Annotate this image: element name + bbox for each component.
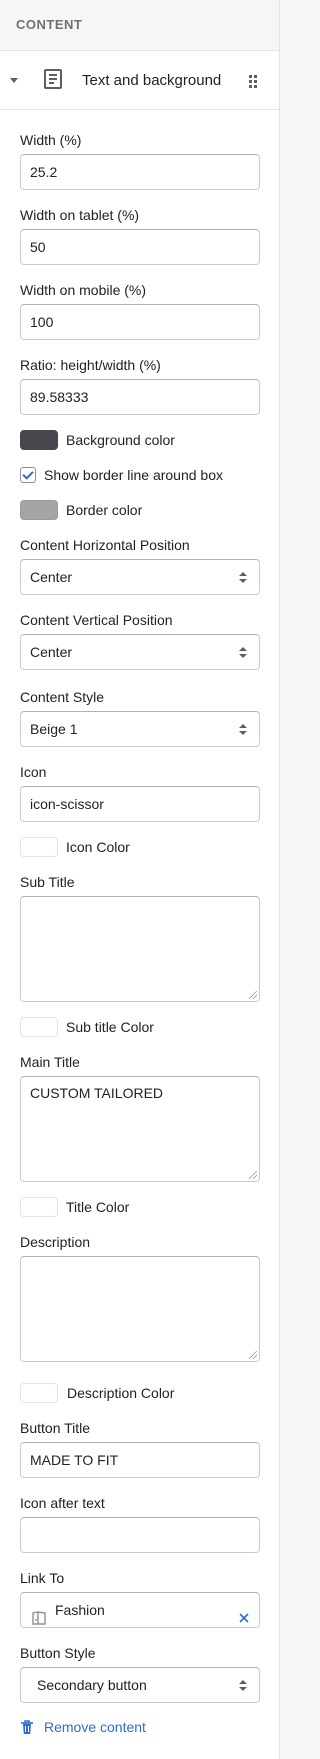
icon-color-label: Icon Color (66, 839, 130, 855)
description-textarea[interactable] (20, 1256, 260, 1362)
width-mobile-input[interactable]: 100 (20, 304, 260, 340)
select-arrows-icon (239, 572, 247, 584)
text-block-icon (44, 69, 62, 89)
ratio-label: Ratio: height/width (%) (20, 357, 161, 373)
width-tablet-label: Width on tablet (%) (20, 207, 140, 223)
show-border-label: Show border line around box (44, 467, 224, 483)
main-title-value: CUSTOM TAILORED (30, 1085, 164, 1101)
description-color-label: Description Color (67, 1385, 175, 1401)
background-color-label: Background color (66, 432, 175, 448)
content-style-select[interactable]: Beige 1 (20, 711, 260, 747)
width-mobile-label: Width on mobile (%) (20, 282, 147, 298)
content-h-position-label: Content Horizontal Position (20, 537, 190, 553)
background-color-swatch[interactable] (20, 430, 58, 450)
width-label: Width (%) (20, 132, 82, 148)
icon-label: Icon (20, 764, 47, 780)
content-h-position-select[interactable]: Center (20, 559, 260, 595)
resize-grip-icon[interactable] (249, 1351, 257, 1359)
resize-grip-icon[interactable] (249, 991, 257, 999)
section-title: CONTENT (16, 17, 83, 32)
content-h-position-value: Center (30, 569, 73, 585)
block-row[interactable]: Text and background (0, 51, 279, 110)
content-v-position-select[interactable]: Center (20, 634, 260, 670)
button-style-select[interactable]: Secondary button (20, 1667, 260, 1703)
caret-down-icon[interactable] (10, 78, 18, 83)
content-v-position-value: Center (30, 644, 73, 660)
description-color-swatch[interactable] (20, 1383, 58, 1403)
icon-color-swatch[interactable] (20, 837, 58, 857)
section-header: CONTENT (0, 0, 279, 51)
content-style-label: Content Style (20, 689, 105, 705)
width-tablet-input[interactable]: 50 (20, 229, 260, 265)
drag-handle-icon[interactable] (249, 75, 257, 88)
content-style-value: Beige 1 (30, 721, 78, 737)
sub-title-textarea[interactable] (20, 896, 260, 1002)
button-title-input[interactable]: MADE TO FIT (20, 1442, 260, 1478)
sub-title-label: Sub Title (20, 874, 75, 890)
ratio-input[interactable]: 89.58333 (20, 379, 260, 415)
description-label: Description (20, 1234, 91, 1250)
select-arrows-icon (239, 724, 247, 736)
icon-after-text-label: Icon after text (20, 1495, 105, 1511)
remove-content-label: Remove content (44, 1719, 146, 1735)
icon-input[interactable]: icon-scissor (20, 786, 260, 822)
trash-icon (20, 1720, 34, 1740)
close-icon[interactable] (237, 1603, 251, 1623)
link-to-label: Link To (20, 1570, 65, 1586)
border-color-label: Border color (66, 502, 143, 518)
title-color-swatch[interactable] (20, 1197, 58, 1217)
select-arrows-icon (239, 647, 247, 659)
settings-panel: CONTENT Text and background Width (%) 25… (0, 0, 280, 1759)
title-color-label: Title Color (66, 1199, 130, 1215)
content-v-position-label: Content Vertical Position (20, 612, 173, 628)
select-arrows-icon (239, 1680, 247, 1692)
border-color-swatch[interactable] (20, 500, 58, 520)
link-to-field[interactable]: Fashion (20, 1592, 260, 1628)
main-title-textarea[interactable]: CUSTOM TAILORED (20, 1076, 260, 1182)
show-border-checkbox[interactable] (20, 467, 36, 483)
icon-after-text-input[interactable] (20, 1517, 260, 1553)
button-title-label: Button Title (20, 1420, 91, 1436)
button-style-value: Secondary button (37, 1677, 147, 1693)
link-to-value: Fashion (55, 1602, 105, 1618)
width-input[interactable]: 25.2 (20, 154, 260, 190)
block-label: Text and background (82, 72, 222, 89)
button-style-label: Button Style (20, 1645, 96, 1661)
main-title-label: Main Title (20, 1054, 80, 1070)
sub-title-color-label: Sub title Color (66, 1019, 154, 1035)
resize-grip-icon[interactable] (249, 1171, 257, 1179)
collection-icon (31, 1603, 47, 1625)
sub-title-color-swatch[interactable] (20, 1017, 58, 1037)
